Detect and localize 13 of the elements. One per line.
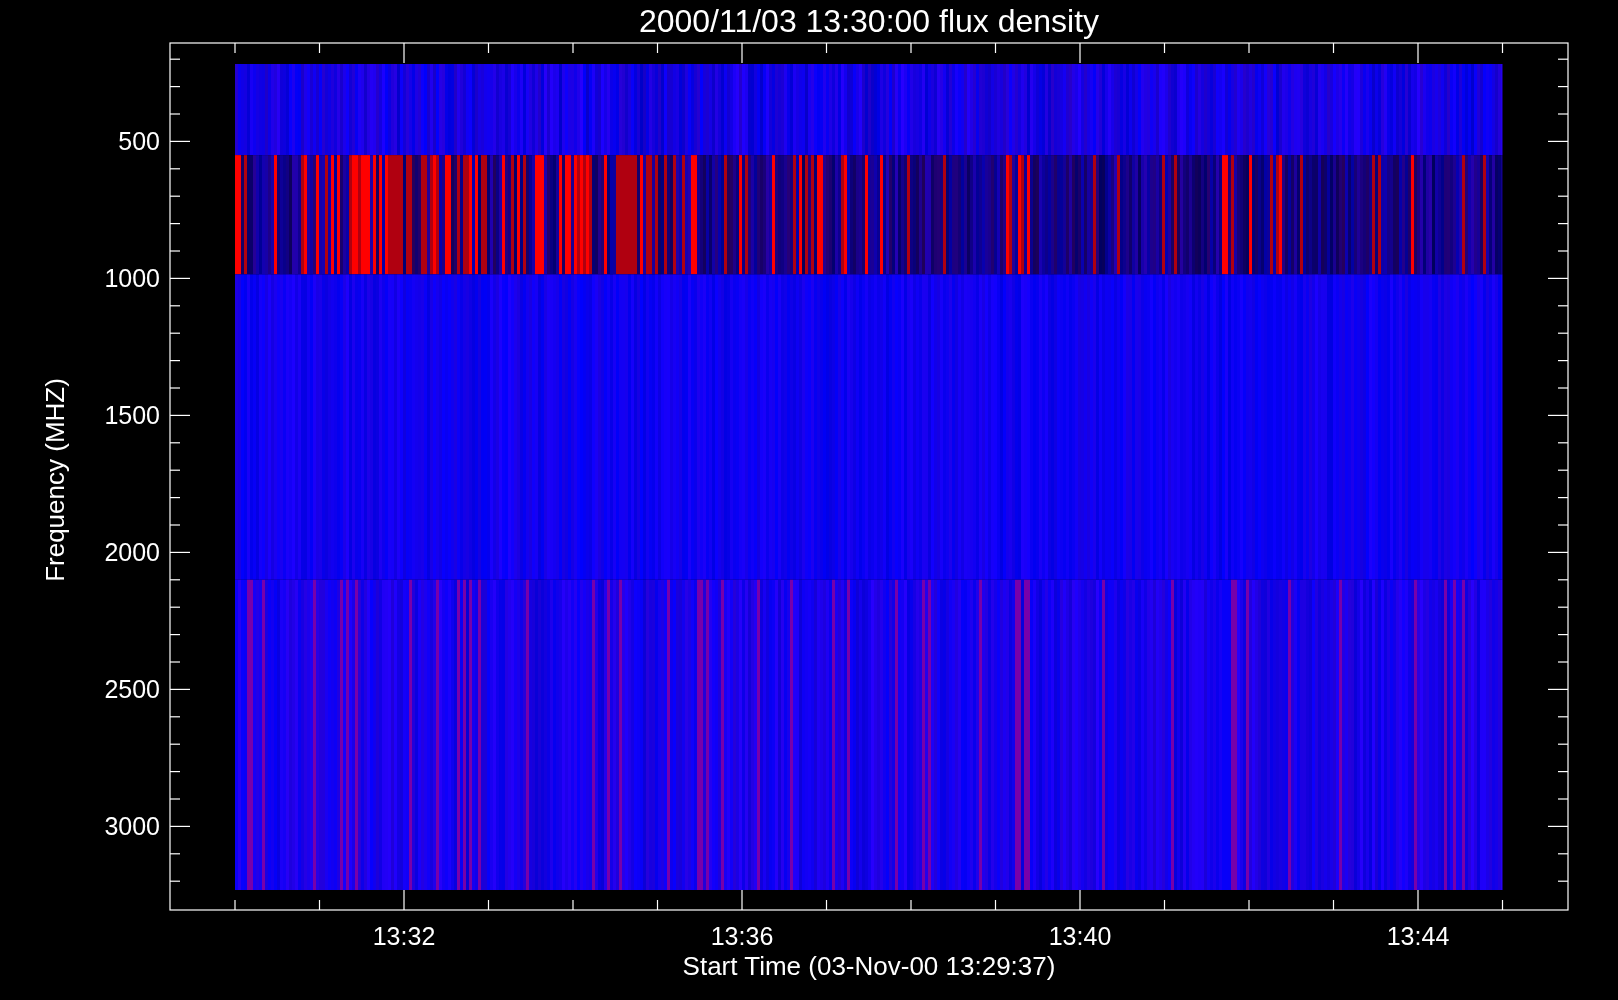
- tick-label: 3000: [104, 812, 160, 841]
- tick-label: 1000: [104, 264, 160, 293]
- tick-label: 13:32: [372, 922, 436, 950]
- tick-label: 13:44: [1386, 922, 1450, 950]
- x-axis-label: Start Time (03-Nov-00 13:29:37): [682, 951, 1056, 981]
- chart-title: 2000/11/03 13:30:00 flux density: [638, 3, 1100, 39]
- tick-label: 13:36: [710, 922, 774, 950]
- tick-label: 13:40: [1048, 922, 1112, 950]
- tick-label: 2500: [104, 675, 160, 704]
- tick-label: 1500: [104, 401, 160, 430]
- tick-label: 2000: [104, 538, 160, 567]
- tick-label: 500: [118, 127, 160, 156]
- y-axis-label: Frequency (MHZ): [40, 378, 70, 582]
